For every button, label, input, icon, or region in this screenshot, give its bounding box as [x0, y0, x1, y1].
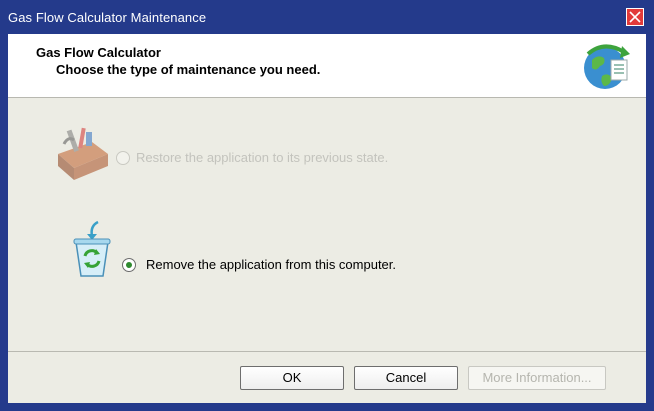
toolbox-icon	[58, 127, 108, 180]
close-icon	[629, 11, 641, 23]
window-frame-bottom	[0, 403, 654, 411]
app-name: Gas Flow Calculator	[36, 45, 161, 60]
maintenance-options: Restore the application to its previous …	[8, 98, 646, 351]
remove-option: Remove the application from this compute…	[72, 220, 472, 280]
close-button[interactable]	[626, 8, 644, 26]
maintenance-dialog: Gas Flow Calculator Maintenance Gas Flow…	[0, 0, 654, 411]
dialog-footer: OK Cancel More Information...	[8, 352, 646, 403]
title-bar[interactable]: Gas Flow Calculator Maintenance	[0, 0, 654, 34]
dialog-header: Gas Flow Calculator Choose the type of m…	[8, 34, 646, 98]
more-information-button[interactable]: More Information...	[468, 366, 606, 390]
radio-selected-dot	[126, 262, 132, 268]
remove-option-label: Remove the application from this compute…	[146, 257, 397, 272]
window-title: Gas Flow Calculator Maintenance	[8, 10, 207, 25]
remove-radio[interactable]	[122, 258, 136, 272]
ok-button[interactable]: OK	[240, 366, 344, 390]
recycle-bin-icon	[73, 220, 111, 277]
restore-option: Restore the application to its previous …	[52, 124, 452, 184]
cancel-button[interactable]: Cancel	[354, 366, 458, 390]
setup-globe-icon	[584, 44, 630, 89]
restore-radio[interactable]	[116, 151, 130, 165]
restore-option-label: Restore the application to its previous …	[136, 150, 389, 165]
header-subtitle: Choose the type of maintenance you need.	[56, 62, 321, 77]
